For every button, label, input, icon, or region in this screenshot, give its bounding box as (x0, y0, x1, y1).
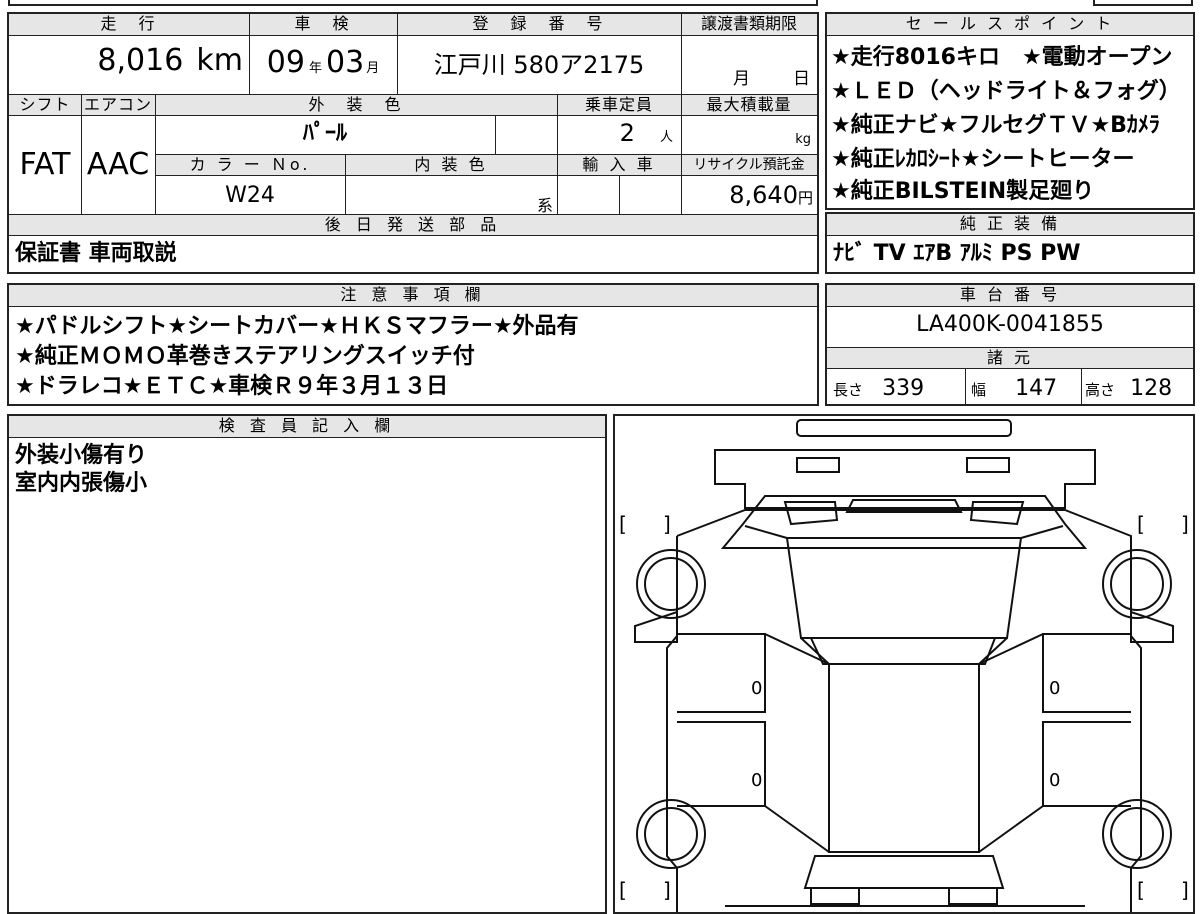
interior-color-header: 内 装 色 (345, 154, 557, 176)
sales-point-line: ★ＬＥＤ（ヘッドライト＆フォグ） (831, 79, 1181, 104)
mileage-header: 走 行 (9, 14, 249, 36)
inspection-value: 09 年 03 月 (266, 45, 380, 80)
notes-line: ★純正ＭＯＭＯ革巻きステアリングスイッチ付 (15, 344, 475, 369)
bracket-mark: ] (1181, 512, 1189, 536)
capacity-header: 乗車定員 (557, 94, 681, 116)
bracket-mark: [ (1137, 512, 1145, 536)
registration-number: 江戸川 580ア2175 (433, 51, 645, 79)
chassis-number-header: 車 台 番 号 (827, 285, 1193, 307)
transfer-deadline-value: 月 日 (733, 69, 810, 89)
registration-header: 登 録 番 号 (397, 14, 681, 36)
shift-header: シフト (9, 94, 81, 116)
inspector-notes-panel: 検 査 員 記 入 欄 外装小傷有り 室内内張傷小 (7, 414, 607, 914)
bracket-mark: [ (619, 878, 627, 902)
color-no-value: W24 (225, 183, 275, 208)
max-load-value: kg (795, 132, 811, 147)
sales-point-line: ★純正BILSTEIN製足廻り (831, 179, 1095, 204)
transfer-deadline-header: 譲渡書類期限 (681, 14, 817, 36)
top-edge-fragments (0, 0, 1200, 6)
sales-point-line: ★走行8016キロ ★電動オープン (831, 45, 1173, 70)
sales-point-line: ★純正ナビ★フルセグＴＶ★Bｶﾒﾗ (831, 113, 1160, 138)
standard-equipment-panel: 純 正 装 備 ﾅﾋﾞ TV ｴｱB ｱﾙﾐ PS PW (825, 212, 1195, 274)
later-shipping-parts-value: 保証書 車両取説 (15, 241, 177, 266)
aircon-header: エアコン (81, 94, 155, 116)
spec-height: 高さ 128 (1085, 376, 1173, 401)
recycle-deposit-header: リサイクル預託金 (681, 154, 817, 176)
import-header: 輸 入 車 (557, 154, 681, 176)
panel-mark-right-rear: 0 (1049, 770, 1061, 791)
exterior-color-value: ﾊﾟｰﾙ (302, 121, 347, 146)
panel-mark-right-front: 0 (1049, 678, 1061, 699)
standard-equipment-header: 純 正 装 備 (827, 214, 1193, 236)
inspection-header: 車 検 (249, 14, 397, 36)
bracket-mark: [ (1137, 878, 1145, 902)
panel-mark-left-rear: 0 (751, 770, 763, 791)
max-load-header: 最大積載量 (681, 94, 817, 116)
panel-mark-left-front: 0 (751, 678, 763, 699)
later-shipping-parts-header: 後 日 発 送 部 品 (9, 214, 817, 236)
bracket-mark: ] (663, 512, 671, 536)
color-no-header: カ ラ ー Ｎo. (155, 154, 345, 176)
notes-panel: 注 意 事 項 欄 ★パドルシフト★シートカバー★ＨＫＳマフラー★外品有 ★純正… (7, 283, 819, 406)
notes-line: ★ドラレコ★ＥＴＣ★車検Ｒ９年３月１３日 (15, 374, 449, 399)
shift-value: FAT (19, 147, 71, 182)
recycle-deposit-value: 8,640円 (729, 181, 813, 209)
bracket-mark: ] (1181, 878, 1189, 902)
spec-length: 長さ 339 (833, 376, 925, 401)
notes-header: 注 意 事 項 欄 (9, 285, 817, 307)
capacity-value: 2 人 (619, 119, 673, 147)
inspector-notes-header: 検 査 員 記 入 欄 (9, 416, 605, 438)
aircon-value: AAC (86, 147, 150, 182)
chassis-specs-panel: 車 台 番 号 LA400K-0041855 諸 元 長さ 339 幅 147 … (825, 283, 1195, 406)
sales-point-line: ★純正ﾚｶﾛｼｰﾄ★シートヒーター (831, 147, 1135, 172)
inspector-note-line: 外装小傷有り (15, 443, 148, 468)
specs-header: 諸 元 (827, 347, 1193, 369)
exterior-extra-cell (495, 116, 557, 154)
standard-equipment-value: ﾅﾋﾞ TV ｴｱB ｱﾙﾐ PS PW (833, 241, 1081, 266)
exterior-color-header: 外 装 色 (155, 94, 557, 116)
bracket-mark: [ (619, 512, 627, 536)
bracket-mark: ] (663, 878, 671, 902)
sales-points-header: セ ー ル ス ポ イ ン ト (827, 14, 1193, 36)
interior-color-value: 系 (536, 196, 553, 214)
vehicle-diagram-panel: [ ] [ ] [ ] [ ] 0 0 0 0 (613, 414, 1195, 914)
notes-line: ★パドルシフト★シートカバー★ＨＫＳマフラー★外品有 (15, 314, 579, 339)
inspector-note-line: 室内内張傷小 (15, 471, 148, 496)
vehicle-info-table: 走 行 車 検 登 録 番 号 譲渡書類期限 8,016 km 09 年 03 月 江… (7, 12, 819, 274)
spec-width: 幅 147 (971, 376, 1058, 401)
mileage-value: 8,016 km (97, 43, 243, 78)
car-body-diagram (634, 419, 1174, 912)
chassis-number-value: LA400K-0041855 (916, 312, 1104, 337)
sales-points-panel: セ ー ル ス ポ イ ン ト ★走行8016キロ ★電動オープン ★ＬＥＤ（ヘ… (825, 12, 1195, 210)
